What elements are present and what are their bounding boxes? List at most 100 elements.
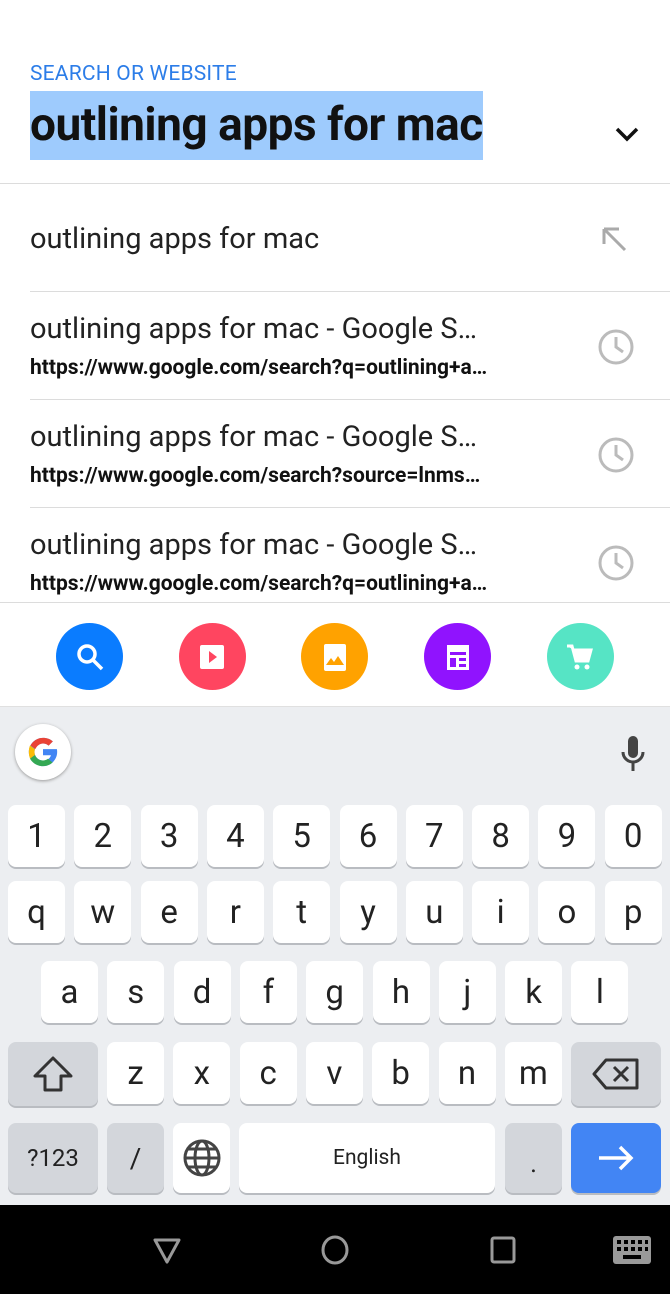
home-icon[interactable] — [320, 1234, 350, 1266]
key-4[interactable]: 4 — [206, 805, 264, 867]
key-r[interactable]: r — [206, 881, 264, 943]
history-title: outlining apps for mac - Google S… — [30, 420, 477, 454]
key-o[interactable]: o — [538, 881, 596, 943]
history-item[interactable]: outlining apps for mac - Google S… https:… — [0, 400, 670, 508]
history-item[interactable]: outlining apps for mac - Google S… https:… — [0, 292, 670, 400]
key-d[interactable]: d — [173, 961, 231, 1023]
keyboard-switch-icon[interactable] — [613, 1236, 651, 1264]
key-label: 1 — [27, 816, 46, 856]
shopping-shortcut-button[interactable] — [546, 623, 614, 690]
key-a[interactable]: a — [41, 961, 98, 1023]
key-5[interactable]: 5 — [273, 805, 331, 867]
period-key[interactable]: . — [505, 1123, 562, 1193]
chevron-down-icon[interactable] — [612, 122, 642, 146]
key-label: 9 — [557, 816, 577, 856]
shopping-icon — [567, 644, 594, 669]
key-label: English — [333, 1146, 401, 1170]
news-icon — [446, 644, 469, 670]
search-input[interactable]: outlining apps for mac — [30, 91, 483, 160]
back-icon[interactable] — [152, 1235, 182, 1265]
key-z[interactable]: z — [107, 1042, 164, 1104]
search-shortcut-button[interactable] — [56, 623, 123, 690]
backspace-key[interactable] — [571, 1042, 661, 1106]
symbols-key[interactable]: ?123 — [8, 1123, 98, 1193]
space-key[interactable]: English — [239, 1123, 495, 1193]
key-label: 0 — [623, 816, 643, 856]
key-6[interactable]: 6 — [339, 805, 397, 867]
microphone-icon[interactable] — [620, 735, 646, 773]
suggestion-item[interactable]: outlining apps for mac — [0, 184, 670, 291]
key-g[interactable]: g — [306, 961, 364, 1023]
key-label: u — [425, 892, 444, 932]
key-9[interactable]: 9 — [538, 805, 596, 867]
key-label: m — [518, 1053, 548, 1093]
video-shortcut-button[interactable] — [178, 623, 246, 690]
key-label: y — [360, 892, 376, 932]
key-label: . — [530, 1149, 537, 1179]
clock-icon — [598, 437, 634, 473]
key-label: k — [525, 972, 542, 1012]
history-url: https://www.google.com/search?q=outlinin… — [30, 356, 488, 380]
enter-key[interactable] — [571, 1123, 661, 1193]
navigation-bar — [0, 1205, 670, 1294]
key-n[interactable]: n — [438, 1042, 496, 1104]
history-item[interactable]: outlining apps for mac - Google S… https:… — [0, 508, 670, 616]
image-shortcut-button[interactable] — [301, 623, 369, 690]
key-i[interactable]: i — [472, 881, 530, 943]
key-l[interactable]: l — [571, 961, 629, 1023]
key-0[interactable]: 0 — [604, 805, 662, 867]
key-p[interactable]: p — [604, 881, 662, 943]
key-label: v — [326, 1053, 343, 1093]
key-label: z — [127, 1053, 144, 1093]
clock-icon — [598, 329, 634, 365]
key-7[interactable]: 7 — [405, 805, 463, 867]
key-e[interactable]: e — [140, 881, 198, 943]
clock-icon — [598, 545, 634, 581]
key-w[interactable]: w — [74, 881, 132, 943]
key-m[interactable]: m — [504, 1042, 562, 1104]
key-label: w — [90, 892, 116, 932]
google-logo-button[interactable] — [15, 724, 71, 780]
key-2[interactable]: 2 — [74, 805, 132, 867]
key-y[interactable]: y — [339, 881, 397, 943]
history-url: https://www.google.com/search?q=outlinin… — [30, 572, 488, 596]
key-q[interactable]: q — [8, 881, 65, 943]
shift-key[interactable] — [8, 1042, 98, 1106]
key-v[interactable]: v — [305, 1042, 363, 1104]
history-title: outlining apps for mac - Google S… — [30, 528, 477, 562]
key-s[interactable]: s — [107, 961, 165, 1023]
key-label: 6 — [358, 816, 378, 856]
shift-icon — [33, 1056, 73, 1092]
key-label: 3 — [159, 816, 179, 856]
arrow-right-icon — [599, 1145, 634, 1171]
key-c[interactable]: c — [239, 1042, 297, 1104]
key-j[interactable]: j — [438, 961, 496, 1023]
key-3[interactable]: 3 — [140, 805, 198, 867]
key-label: b — [391, 1053, 410, 1093]
globe-icon — [183, 1139, 220, 1177]
key-f[interactable]: f — [239, 961, 297, 1023]
key-label: o — [557, 892, 577, 932]
key-u[interactable]: u — [405, 881, 463, 943]
key-label: p — [623, 892, 643, 932]
language-key[interactable] — [173, 1123, 230, 1193]
key-label: s — [127, 972, 145, 1012]
key-label: h — [391, 972, 411, 1012]
recents-icon[interactable] — [490, 1236, 516, 1264]
key-label: e — [160, 892, 178, 932]
arrow-up-left-icon[interactable] — [597, 222, 631, 256]
key-k[interactable]: k — [505, 961, 563, 1023]
key-label: d — [192, 972, 212, 1012]
slash-key[interactable]: / — [107, 1123, 164, 1193]
key-t[interactable]: t — [273, 881, 331, 943]
key-h[interactable]: h — [372, 961, 430, 1023]
key-x[interactable]: x — [173, 1042, 231, 1104]
news-shortcut-button[interactable] — [424, 623, 492, 690]
key-8[interactable]: 8 — [472, 805, 530, 867]
search-label: SEARCH OR WEBSITE — [30, 62, 237, 86]
key-label: 4 — [226, 816, 245, 856]
key-label: l — [595, 972, 604, 1012]
history-url: https://www.google.com/search?source=lnm… — [30, 464, 481, 488]
key-1[interactable]: 1 — [8, 805, 65, 867]
key-b[interactable]: b — [372, 1042, 430, 1104]
